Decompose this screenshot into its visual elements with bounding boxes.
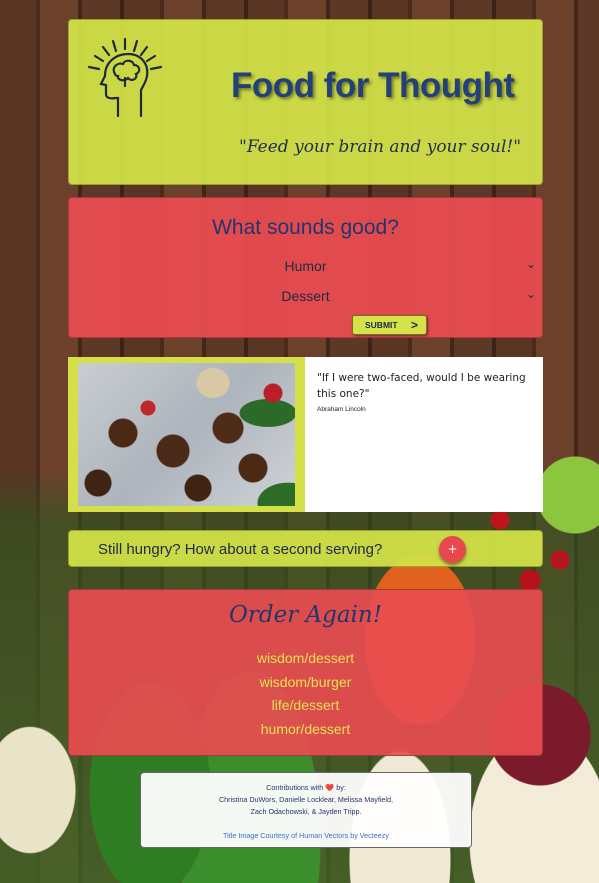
quote-text: "If I were two-faced, would I be wearing… [317, 372, 526, 400]
footer: Contributions with ❤️ by: Christina DuWo… [140, 772, 472, 848]
add-serving-button[interactable]: + [439, 536, 466, 563]
contributions-suffix: by: [336, 783, 346, 792]
chevron-down-icon: ⌄ [525, 287, 536, 301]
result-panel: "If I were two-faced, would I be wearing… [68, 357, 543, 512]
category-select-value: Humor [284, 258, 327, 274]
tagline: "Feed your brain and your soul!" [239, 137, 522, 157]
contributions-line: Contributions with ❤️ by: [141, 782, 471, 794]
category-select[interactable]: Humor ⌄ [69, 257, 542, 280]
submit-label: SUBMIT [365, 320, 398, 330]
image-credit-link[interactable]: Title Image Courtesy of Human Vectors by… [141, 830, 471, 842]
page-title: Food for Thought [231, 66, 515, 105]
photo-frame [68, 357, 305, 512]
heart-icon: ❤️ [325, 783, 335, 792]
history-link[interactable]: life/dessert [69, 694, 542, 718]
preferences-heading: What sounds good? [212, 216, 399, 239]
order-history-list: wisdom/dessert wisdom/burger life/desser… [69, 647, 542, 741]
chevron-down-icon: ⌄ [525, 257, 536, 271]
food-photo [78, 363, 295, 506]
food-select[interactable]: Dessert ⌄ [69, 287, 542, 310]
order-again-heading: Order Again! [229, 602, 382, 628]
preferences-panel: What sounds good? Humor ⌄ Dessert ⌄ SUBM… [68, 197, 543, 338]
arrow-right-icon: > [410, 318, 418, 332]
history-link[interactable]: wisdom/burger [69, 671, 542, 695]
contributors-line-1: Christina DuWors, Danielle Locklear, Mel… [218, 795, 394, 804]
submit-button[interactable]: SUBMIT > [352, 315, 427, 335]
second-serving-panel: Still hungry? How about a second serving… [68, 530, 543, 567]
header-panel: Food for Thought "Feed your brain and yo… [68, 19, 543, 185]
second-serving-text: Still hungry? How about a second serving… [98, 541, 383, 558]
quote-author: Abraham Lincoln [317, 406, 366, 413]
history-link[interactable]: wisdom/dessert [69, 647, 542, 671]
order-again-panel: Order Again! wisdom/dessert wisdom/burge… [68, 589, 543, 756]
contributors-line-2: Zach Odachowski, & Jayden Tripp. [250, 807, 362, 816]
brain-head-icon [87, 37, 163, 118]
contributions-prefix: Contributions with [266, 783, 324, 792]
history-link[interactable]: humor/dessert [69, 718, 542, 742]
food-select-value: Dessert [281, 288, 330, 304]
